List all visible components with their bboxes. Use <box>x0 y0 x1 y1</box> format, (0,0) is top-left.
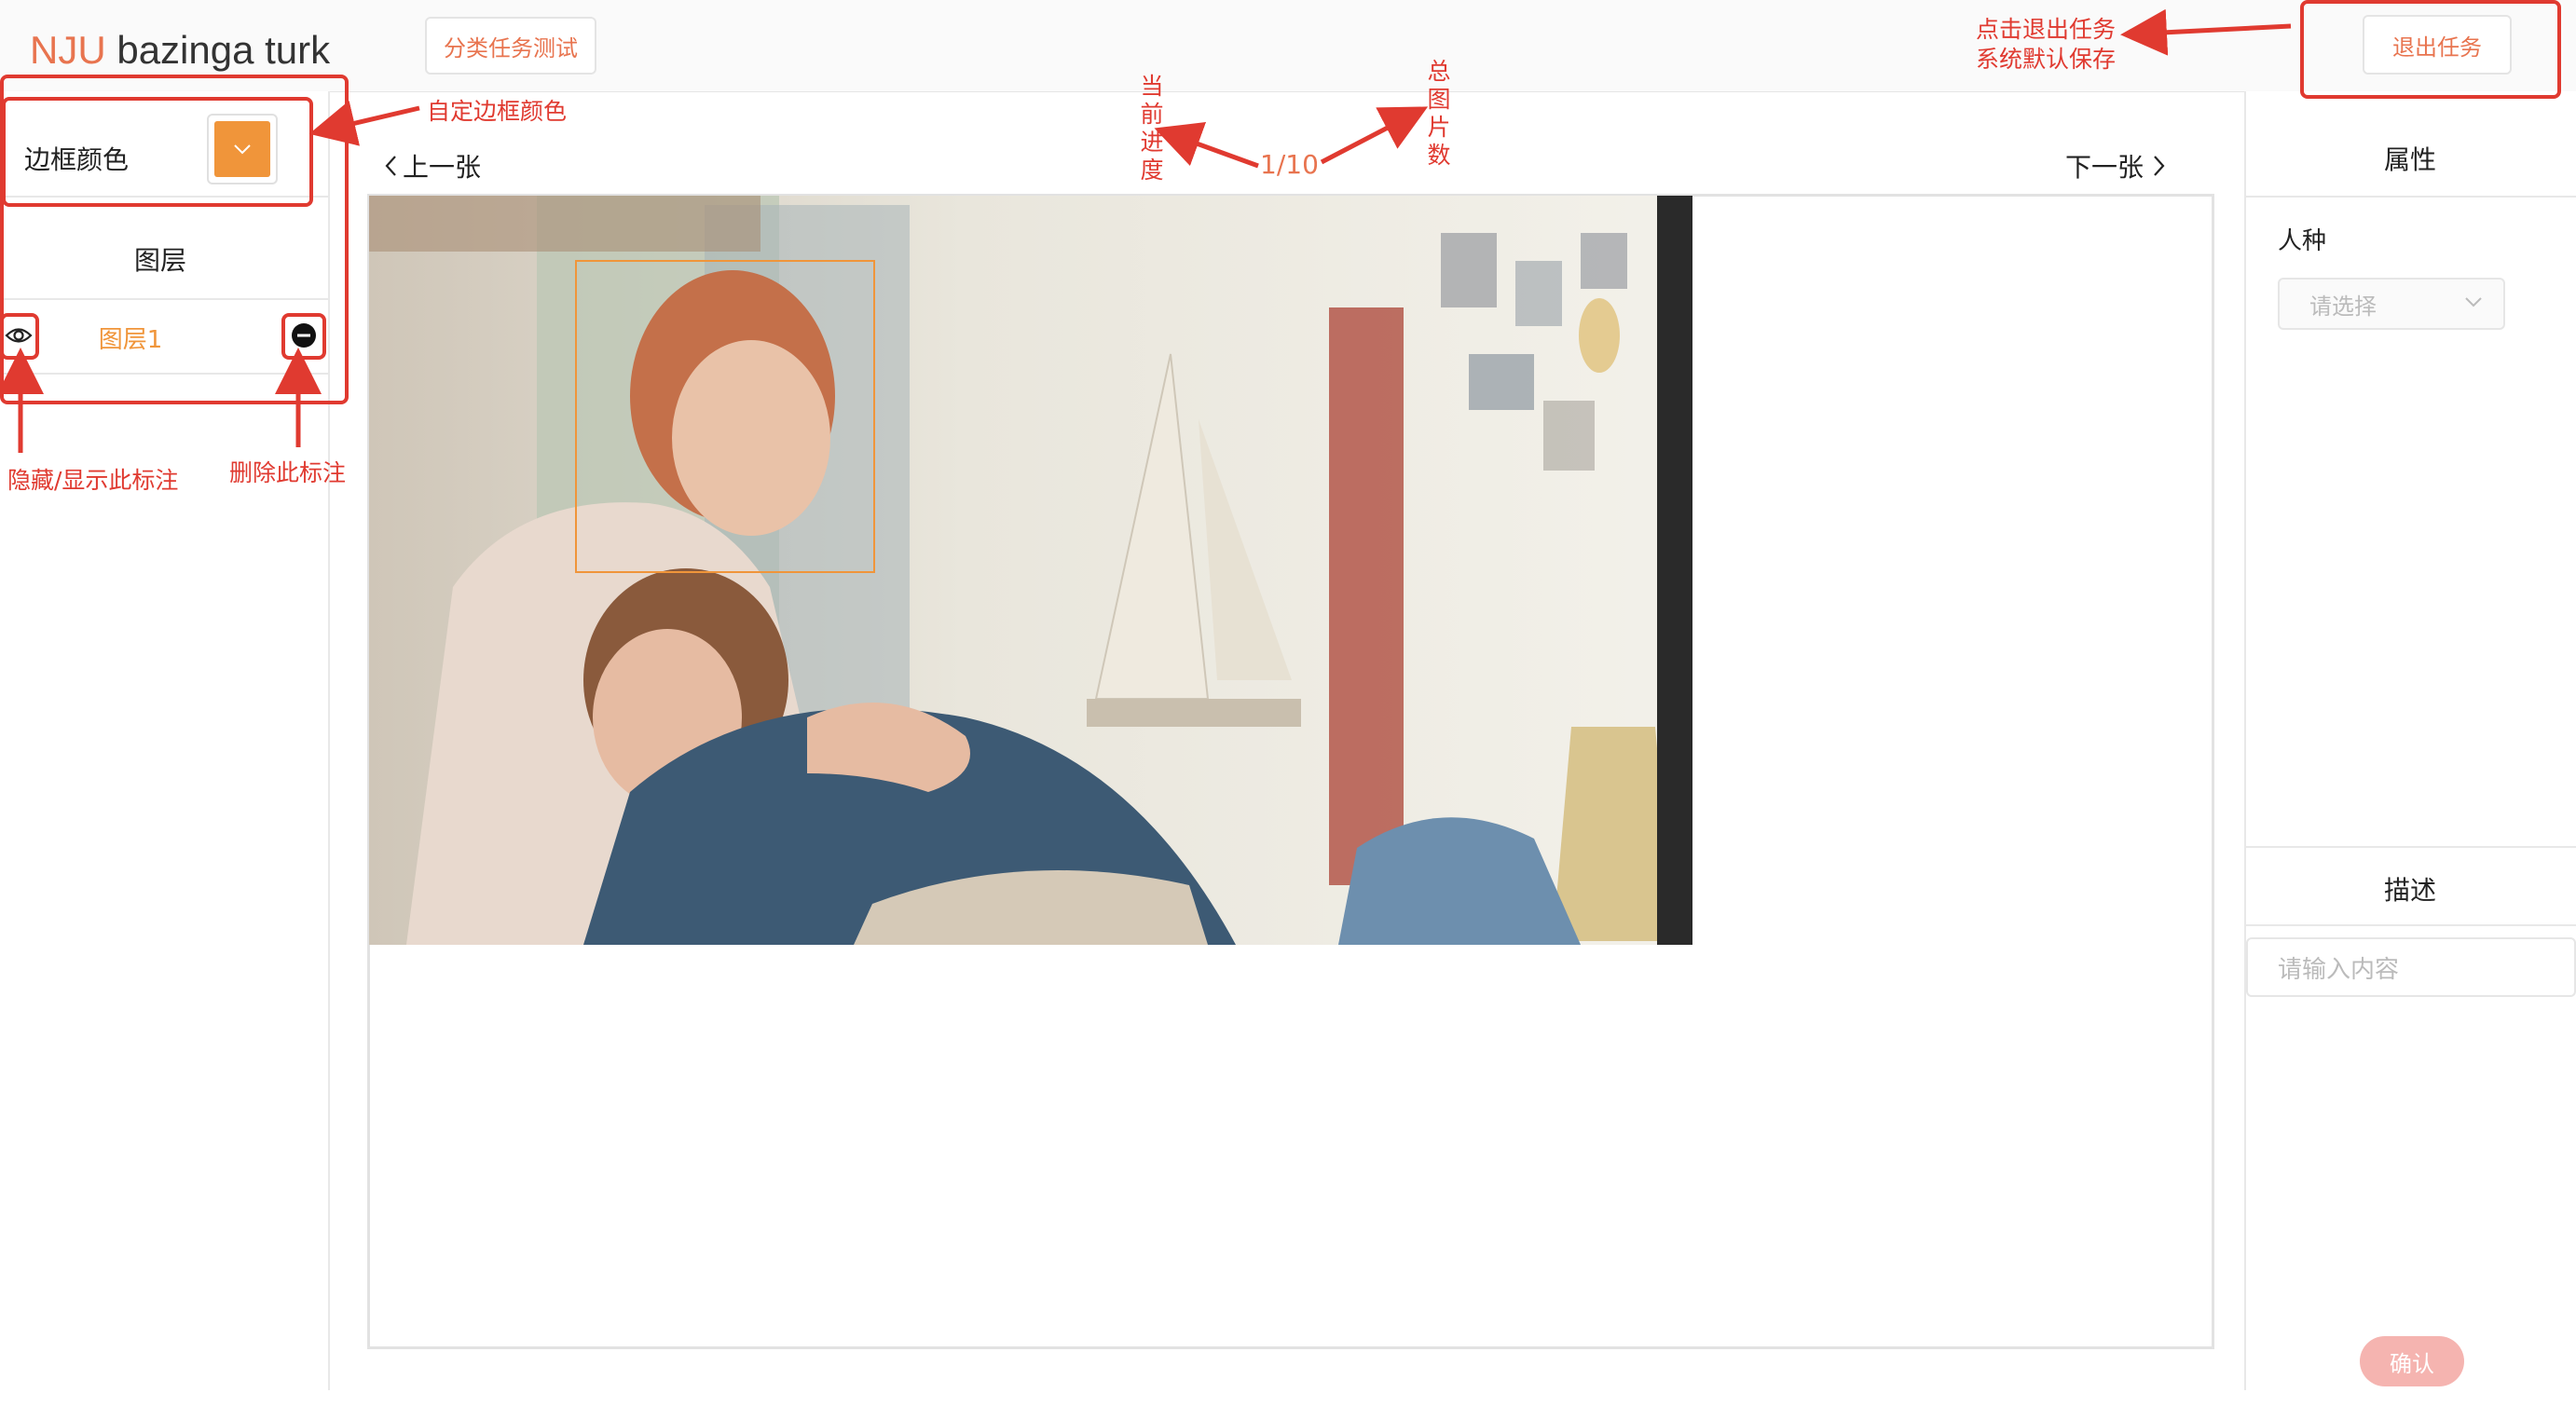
prev-image-button[interactable]: 上一张 <box>384 147 481 184</box>
task-name-button[interactable]: 分类任务测试 <box>425 17 596 75</box>
race-label: 人种 <box>2278 227 2327 255</box>
logo-prefix: NJU <box>30 28 106 72</box>
chevron-down-icon[interactable] <box>2460 289 2487 315</box>
app-logo: NJU bazinga turk <box>30 28 330 73</box>
annotated-photo[interactable] <box>369 196 1692 945</box>
confirm-button[interactable]: 确认 <box>2360 1336 2464 1386</box>
divider <box>2244 924 2576 926</box>
note-total-images: 总图片数 <box>1427 58 1451 169</box>
note-current-progress: 当前进度 <box>1140 73 1164 184</box>
annotation-box-exit <box>2300 0 2561 99</box>
annotation-box-remove <box>281 313 326 360</box>
attributes-title: 属性 <box>2383 144 2436 175</box>
note-exit-line1: 点击退出任务 <box>1976 16 2117 43</box>
description-title: 描述 <box>2383 875 2436 906</box>
annotation-box-eye <box>0 313 39 360</box>
description-textarea[interactable]: 请输入内容 <box>2246 937 2576 997</box>
divider <box>2244 196 2576 198</box>
progress-indicator: 1/10 <box>1260 149 1319 180</box>
prev-label: 上一张 <box>403 152 482 183</box>
chevron-right-icon <box>2154 156 2165 176</box>
divider <box>2244 846 2576 848</box>
chevron-left-icon <box>385 156 396 176</box>
next-image-button[interactable]: 下一张 <box>2065 147 2166 184</box>
logo-text: bazinga turk <box>105 28 331 72</box>
note-exit-line2: 系统默认保存 <box>1976 46 2117 73</box>
annotation-box-color <box>2 97 313 207</box>
note-hide-show: 隐藏/显示此标注 <box>7 467 179 494</box>
note-delete: 删除此标注 <box>229 459 347 486</box>
next-label: 下一张 <box>2065 152 2144 183</box>
note-custom-border-color: 自定边框颜色 <box>427 98 568 125</box>
top-header <box>0 0 2576 92</box>
